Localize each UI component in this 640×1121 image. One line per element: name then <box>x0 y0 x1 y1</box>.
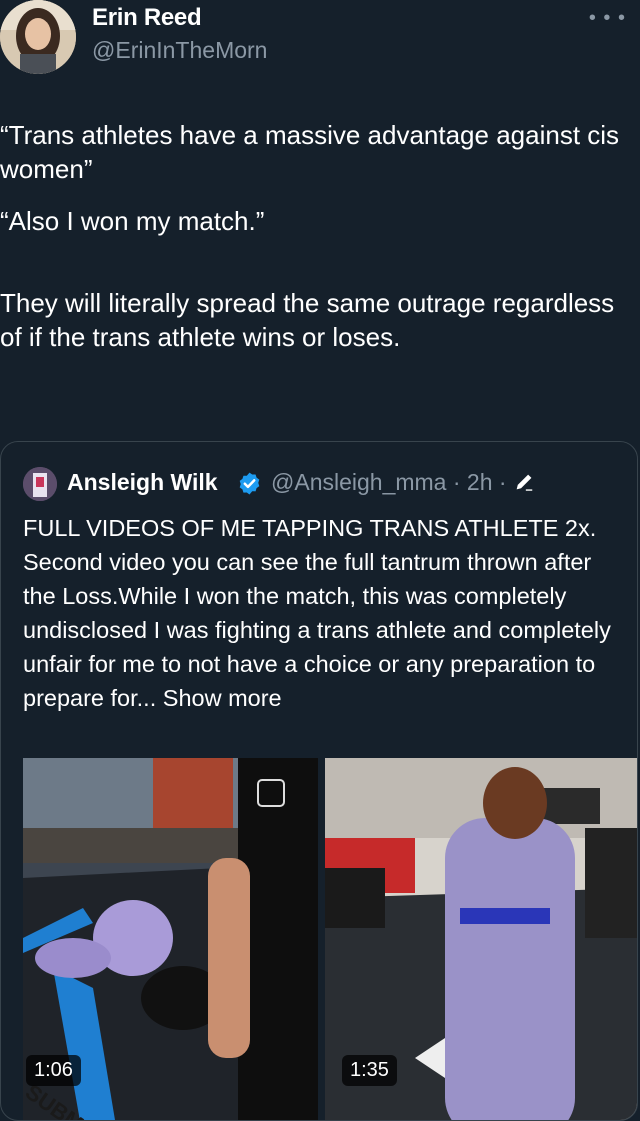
quoted-header: Ansleigh Wilk @Ansleigh_mma · 2h · <box>23 467 623 503</box>
quoted-tweet[interactable]: Ansleigh Wilk @Ansleigh_mma · 2h · FULL … <box>0 441 638 1121</box>
more-icon[interactable]: • • • <box>589 8 626 28</box>
quoted-handle-time: @Ansleigh_mma · 2h · <box>271 469 507 495</box>
author-avatar[interactable] <box>0 0 76 74</box>
quoted-text: FULL VIDEOS OF ME TAPPING TRANS ATHLETE … <box>23 515 611 711</box>
quoted-meta: @Ansleigh_mma · 2h · <box>271 469 535 496</box>
author-handle[interactable]: @ErinInTheMorn <box>92 37 267 64</box>
tweet-header: Erin Reed @ErinInTheMorn • • • <box>0 0 640 80</box>
tweet-paragraph: “Trans athletes have a massive advantage… <box>0 120 620 184</box>
video-duration: 1:35 <box>342 1055 397 1086</box>
tweet-text: “Trans athletes have a massive advantage… <box>0 118 636 372</box>
quoted-media: SUBMIS 1:06 1:35 <box>23 758 637 1120</box>
quoted-avatar[interactable] <box>23 467 57 501</box>
verified-badge-icon <box>239 472 260 495</box>
video-thumbnail[interactable]: SUBMIS 1:06 <box>23 758 318 1120</box>
video-duration: 1:06 <box>26 1055 81 1086</box>
tweet-paragraph: They will literally spread the same outr… <box>0 288 615 352</box>
tweet-paragraph: “Also I won my match.” <box>0 206 265 236</box>
quoted-author-name[interactable]: Ansleigh Wilk <box>67 469 218 496</box>
video-thumbnail[interactable]: 1:35 <box>325 758 637 1120</box>
author-name[interactable]: Erin Reed <box>92 4 202 32</box>
edit-icon <box>516 474 532 491</box>
